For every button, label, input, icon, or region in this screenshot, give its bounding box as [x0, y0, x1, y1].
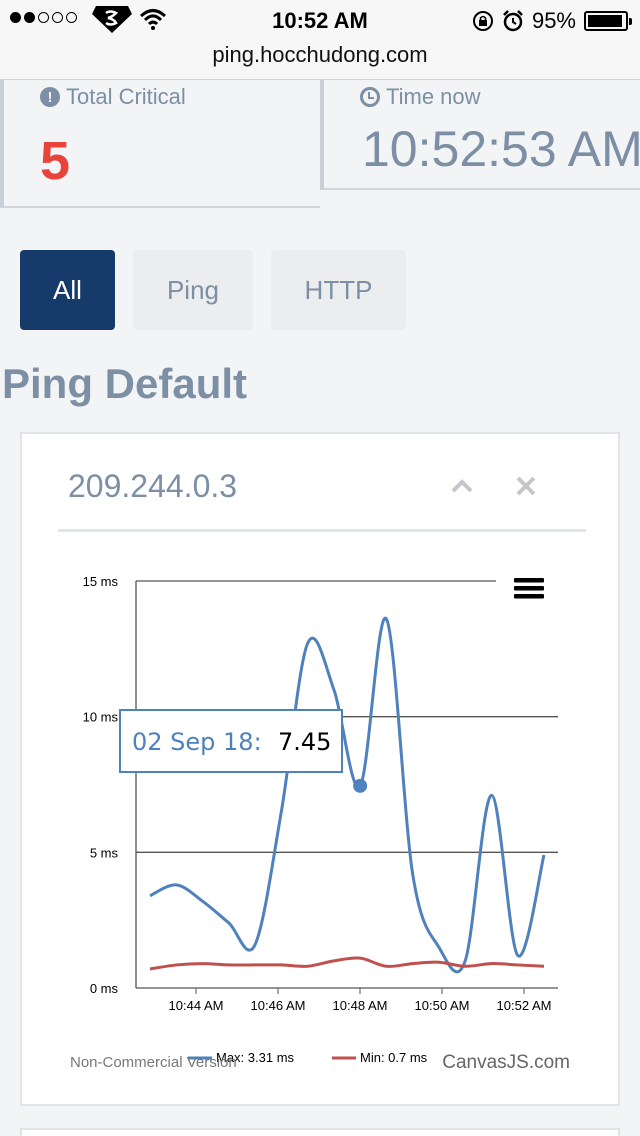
legend-min-label: Min: 0.7 ms: [360, 1050, 428, 1065]
menu-icon: [514, 594, 544, 599]
menu-icon: [514, 578, 544, 583]
time-now-panel: Time now 10:52:53 AM: [320, 80, 640, 190]
card-header: 209.244.0.3: [58, 434, 586, 532]
filter-tabs: All Ping HTTP: [20, 250, 406, 330]
menu-icon: [514, 586, 544, 591]
total-critical-label: Total Critical: [66, 84, 186, 109]
status-bar: 10:52 AM 95%: [0, 0, 640, 40]
max-series-line: [149, 616, 546, 974]
x-tick-label: 10:48 AM: [333, 998, 388, 1013]
next-host-card: [20, 1128, 620, 1136]
time-now-value: 10:52:53 AM: [362, 121, 640, 177]
y-tick-label: 10 ms: [83, 710, 119, 725]
alarm-icon: [503, 10, 523, 32]
exclamation-circle-icon: !: [40, 87, 60, 107]
x-tick-label: 10:44 AM: [169, 998, 224, 1013]
battery-icon: [584, 11, 632, 31]
filter-ping-button[interactable]: Ping: [133, 250, 253, 330]
y-tick-label: 0 ms: [90, 981, 119, 996]
y-tick-label: 5 ms: [90, 845, 119, 860]
x-tick-label: 10:50 AM: [415, 998, 470, 1013]
x-tick-label: 10:46 AM: [251, 998, 306, 1013]
x-tick-label: 10:52 AM: [497, 998, 552, 1013]
close-icon[interactable]: [514, 474, 538, 498]
battery-percent: 95%: [531, 8, 576, 33]
chevron-up-icon[interactable]: [450, 474, 474, 498]
rotation-lock-icon: [472, 11, 493, 31]
ping-latency-chart: 0 ms 5 ms 10 ms 15 ms 10:44 AM 10:46 AM 10:48 …: [70, 574, 570, 1073]
y-tick-label: 15 ms: [83, 574, 119, 589]
url-text: ping.hocchudong.com: [212, 42, 428, 67]
watermark-left: Non-Commercial Version: [70, 1054, 237, 1071]
section-title: Ping Default: [2, 360, 248, 407]
total-critical-panel: ! Total Critical 5: [0, 80, 320, 208]
filter-all-button[interactable]: All: [20, 250, 115, 330]
time-now-label: Time now: [386, 84, 481, 109]
card-title: 209.244.0.3: [68, 468, 238, 504]
filter-http-button[interactable]: HTTP: [271, 250, 406, 330]
min-series-line: [149, 956, 545, 971]
clock-icon: [360, 87, 380, 107]
tooltip-label: 02 Sep 18:: [132, 728, 262, 756]
host-card: 209.244.0.3 0 ms 5 ms 10 ms 15 ms 10:44 AM 10…: [20, 432, 620, 1106]
address-bar[interactable]: ping.hocchudong.com: [0, 40, 640, 80]
watermark-right: CanvasJS.com: [442, 1052, 570, 1073]
total-critical-value: 5: [40, 131, 71, 191]
highlighted-point: [353, 778, 368, 793]
tooltip-value: 7.45: [278, 728, 331, 756]
